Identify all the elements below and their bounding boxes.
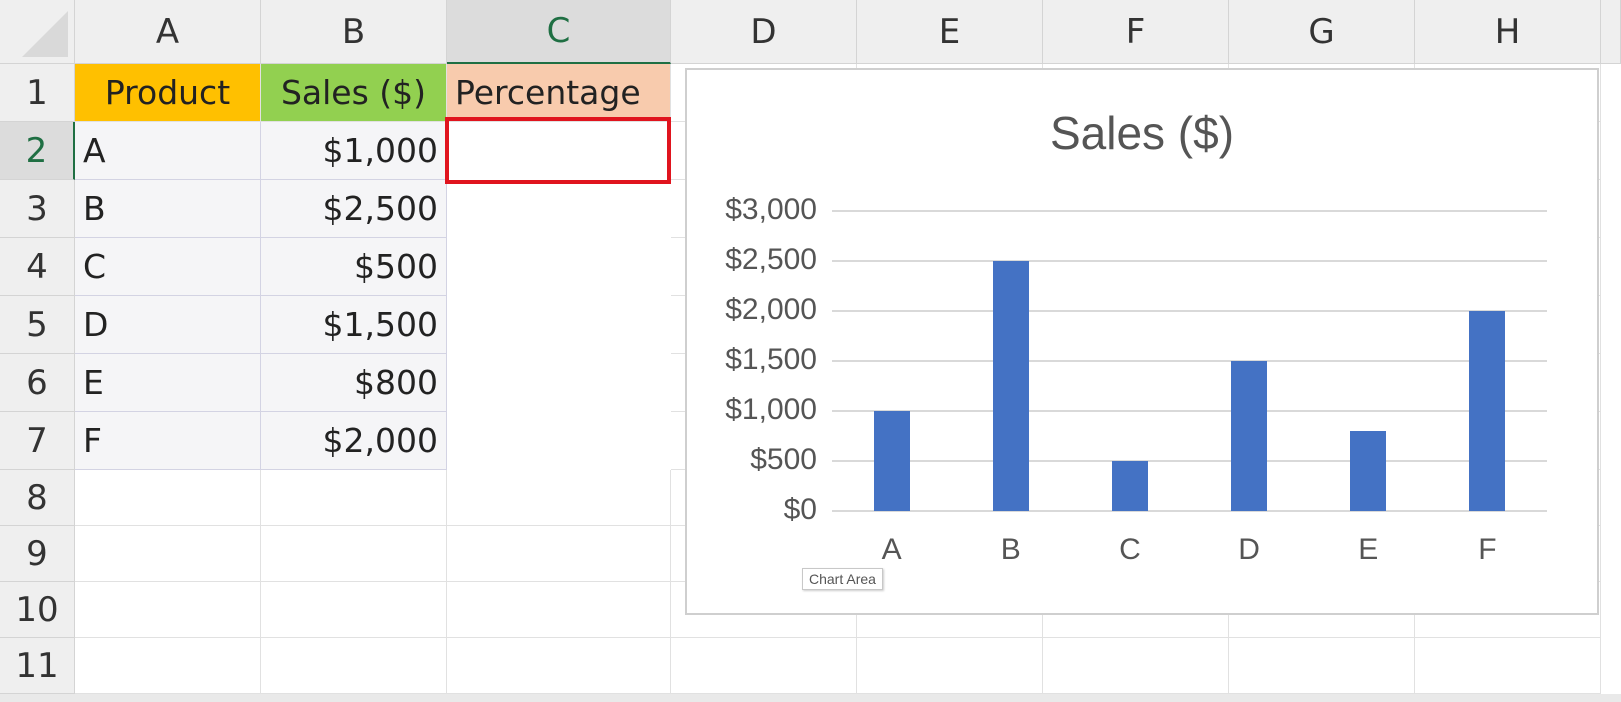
cell-A7[interactable]: F bbox=[75, 412, 261, 470]
cell-B6[interactable]: $800 bbox=[261, 354, 447, 412]
column-header-H[interactable]: H bbox=[1415, 0, 1601, 64]
empty-cell[interactable] bbox=[671, 638, 857, 694]
row-header-8[interactable]: 8 bbox=[0, 470, 75, 526]
select-all-corner[interactable] bbox=[0, 0, 75, 64]
cell-A4[interactable]: C bbox=[75, 238, 261, 296]
empty-cell[interactable] bbox=[75, 638, 261, 694]
gridline bbox=[832, 260, 1547, 262]
bar-D[interactable] bbox=[1231, 361, 1268, 511]
gridline bbox=[832, 360, 1547, 362]
cell-A1[interactable]: Product bbox=[75, 64, 261, 122]
empty-cell[interactable] bbox=[75, 470, 261, 526]
cell-A6[interactable]: E bbox=[75, 354, 261, 412]
row-header-1[interactable]: 1 bbox=[0, 64, 75, 122]
x-tick-label: A bbox=[881, 533, 902, 566]
cell-B2[interactable]: $1,000 bbox=[261, 122, 447, 180]
empty-cell[interactable] bbox=[447, 470, 671, 526]
bar-B[interactable] bbox=[992, 261, 1029, 511]
x-tick-label: F bbox=[1478, 533, 1497, 566]
column-header-E[interactable]: E bbox=[857, 0, 1043, 64]
sales-chart[interactable]: Sales ($) $0 $500 $1,000 $1,500 $2,000 $2,500… bbox=[685, 68, 1599, 615]
empty-cell[interactable] bbox=[1229, 638, 1415, 694]
gridline bbox=[832, 410, 1547, 412]
bar-E[interactable] bbox=[1350, 431, 1387, 511]
empty-cell[interactable] bbox=[857, 638, 1043, 694]
column-header-G[interactable]: G bbox=[1229, 0, 1415, 64]
column-header-B[interactable]: B bbox=[261, 0, 447, 64]
row-header-9[interactable]: 9 bbox=[0, 526, 75, 582]
empty-cell[interactable] bbox=[447, 582, 671, 638]
empty-cell[interactable] bbox=[261, 470, 447, 526]
row-header-2[interactable]: 2 bbox=[0, 122, 75, 180]
y-tick-label: $2,000 bbox=[725, 293, 817, 326]
cell-A5[interactable]: D bbox=[75, 296, 261, 354]
row-header-6[interactable]: 6 bbox=[0, 354, 75, 412]
empty-cell[interactable] bbox=[447, 638, 671, 694]
chart-title: Sales ($) bbox=[1049, 107, 1235, 159]
x-tick-label: B bbox=[1000, 533, 1021, 566]
y-tick-label: $2,500 bbox=[725, 243, 817, 276]
bar-A[interactable] bbox=[873, 411, 910, 511]
gridline bbox=[832, 460, 1547, 462]
gridline bbox=[832, 510, 1547, 512]
gridline bbox=[832, 310, 1547, 312]
column-header-F[interactable]: F bbox=[1043, 0, 1229, 64]
column-header-extra bbox=[1601, 0, 1621, 64]
bar-C[interactable] bbox=[1111, 461, 1148, 511]
horizontal-scrollbar[interactable] bbox=[0, 694, 1621, 702]
cell-C1[interactable]: Percentage bbox=[447, 64, 671, 122]
cell-B1[interactable]: Sales ($) bbox=[261, 64, 447, 122]
row-header-11[interactable]: 11 bbox=[0, 638, 75, 694]
x-tick-label: D bbox=[1238, 533, 1260, 566]
row-header-4[interactable]: 4 bbox=[0, 238, 75, 296]
empty-cell[interactable] bbox=[261, 638, 447, 694]
chart-area-tooltip: Chart Area bbox=[802, 568, 883, 590]
y-tick-label: $0 bbox=[783, 493, 817, 526]
cell-A3[interactable]: B bbox=[75, 180, 261, 238]
y-tick-label: $1,500 bbox=[725, 343, 817, 376]
row-header-3[interactable]: 3 bbox=[0, 180, 75, 238]
y-tick-label: $3,000 bbox=[725, 193, 817, 226]
empty-cell[interactable] bbox=[75, 582, 261, 638]
empty-cell[interactable] bbox=[447, 526, 671, 582]
bar-F[interactable] bbox=[1469, 311, 1506, 511]
empty-cell[interactable] bbox=[261, 526, 447, 582]
cell-B5[interactable]: $1,500 bbox=[261, 296, 447, 354]
column-header-C[interactable]: C bbox=[447, 0, 671, 64]
y-tick-label: $1,000 bbox=[725, 393, 817, 426]
select-all-triangle-icon bbox=[22, 11, 68, 57]
x-tick-label: E bbox=[1358, 533, 1379, 566]
cell-B3[interactable]: $2,500 bbox=[261, 180, 447, 238]
cell-B4[interactable]: $500 bbox=[261, 238, 447, 296]
empty-cell[interactable] bbox=[261, 582, 447, 638]
row-header-7[interactable]: 7 bbox=[0, 412, 75, 470]
empty-cell[interactable] bbox=[1043, 638, 1229, 694]
row-header-10[interactable]: 10 bbox=[0, 582, 75, 638]
empty-cell[interactable] bbox=[75, 526, 261, 582]
empty-cell[interactable] bbox=[1415, 638, 1601, 694]
cell-B7[interactable]: $2,000 bbox=[261, 412, 447, 470]
cell-A2[interactable]: A bbox=[75, 122, 261, 180]
column-header-A[interactable]: A bbox=[75, 0, 261, 64]
row-header-5[interactable]: 5 bbox=[0, 296, 75, 354]
gridline bbox=[832, 210, 1547, 212]
y-tick-label: $500 bbox=[750, 443, 817, 476]
x-tick-label: C bbox=[1119, 533, 1141, 566]
column-header-D[interactable]: D bbox=[671, 0, 857, 64]
selected-cell-C2[interactable] bbox=[445, 117, 671, 184]
